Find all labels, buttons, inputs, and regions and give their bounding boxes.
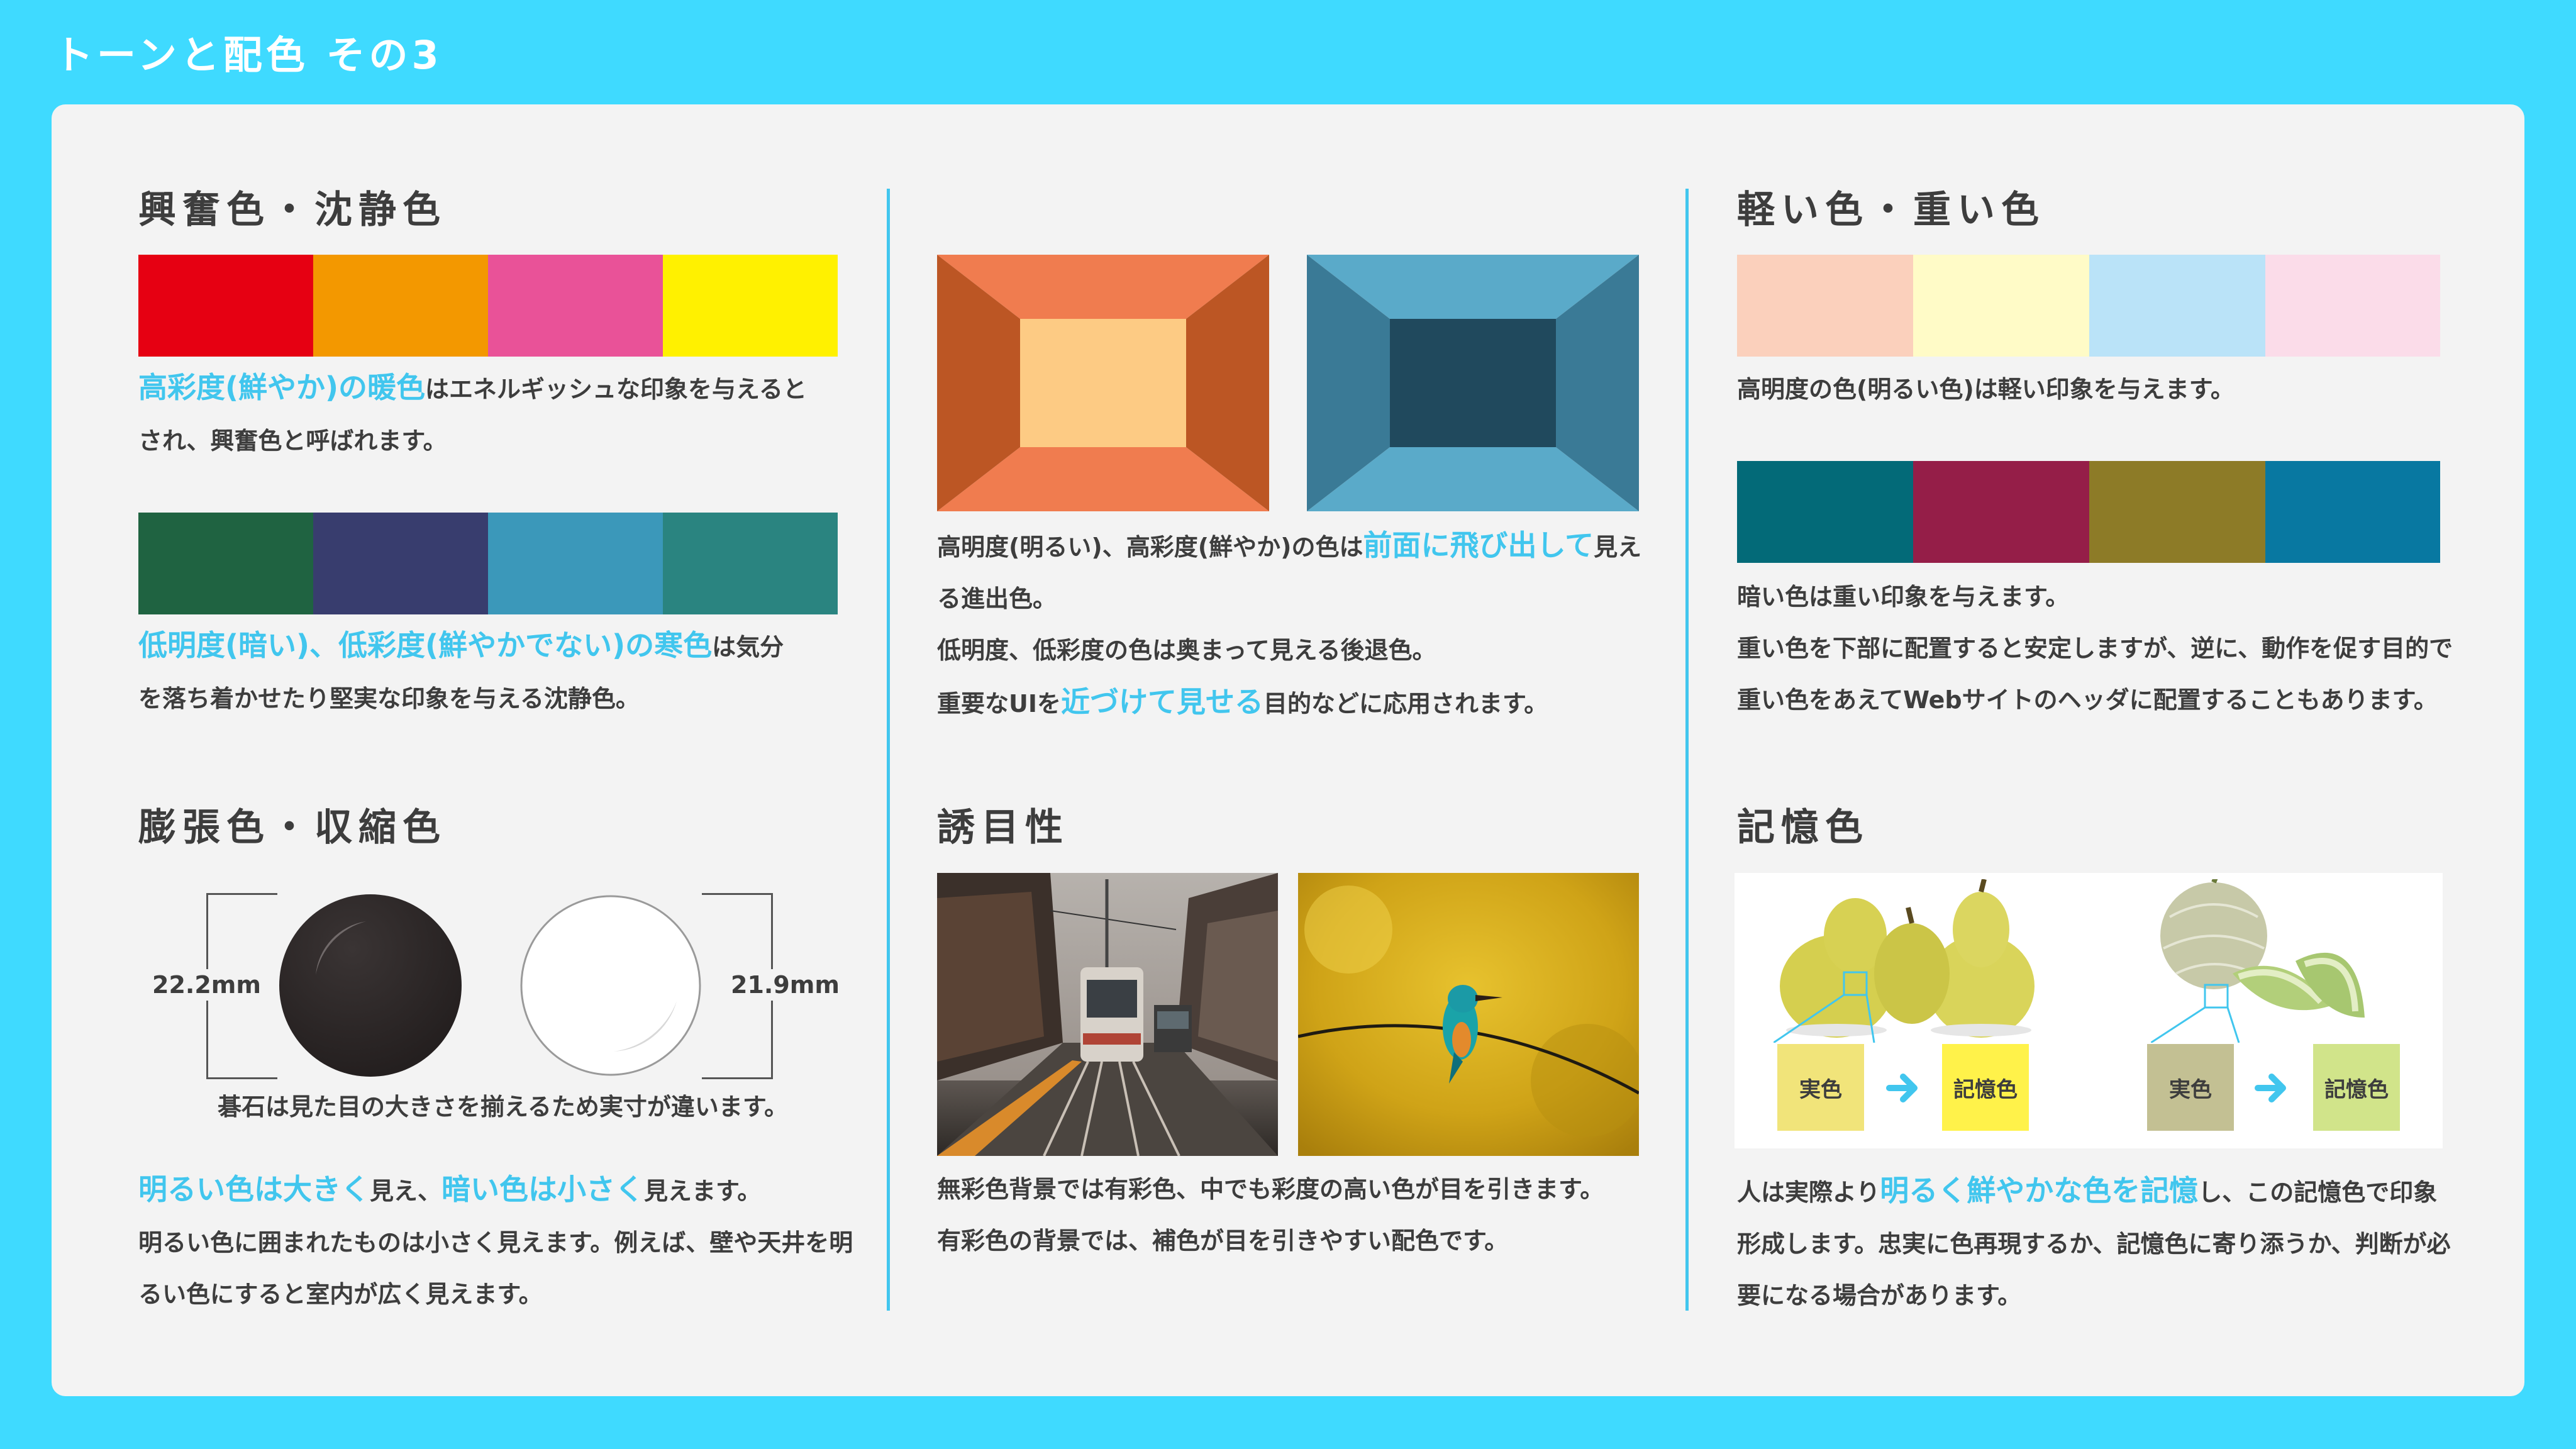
light-description: 高明度の色(明るい色)は軽い印象を与えます。 (1737, 364, 2235, 415)
pear-illustration (1774, 879, 2035, 1043)
melon-real-color-box: 実色 (2147, 1044, 2234, 1131)
highlight-text: 近づけて見せる (1061, 685, 1263, 719)
heading-attractiveness: 誘目性 (937, 806, 1069, 850)
text-line: 高明度の色(明るい色)は軽い印象を与えます。 (1737, 375, 2235, 403)
light-swatch (2089, 255, 2265, 357)
light-swatch (1913, 255, 2089, 357)
arrow-right-icon (1884, 1069, 1922, 1107)
light-swatch (1737, 255, 1913, 357)
pear-real-color-box: 実色 (1777, 1044, 1864, 1131)
text-line: 形成します。忠実に色再現するか、記憶色に寄り添うか、判断が必 (1737, 1230, 2451, 1258)
highlight-text: 高彩度(鮮やか)の暖色 (138, 370, 426, 404)
text-line: を落ち着かせたり堅実な印象を与える沈静色。 (138, 685, 640, 713)
room-back-wall (1020, 319, 1186, 447)
cool-swatch (313, 513, 488, 614)
heavy-swatch (2265, 461, 2440, 563)
highlight-text: 前面に飛び出して (1363, 528, 1594, 562)
heading-light-heavy: 軽い色・重い色 (1737, 188, 2045, 232)
warm-swatch (313, 255, 488, 357)
text-span: 重要なUIを (937, 690, 1061, 718)
text-line: るい色にすると室内が広く見えます。 (138, 1280, 543, 1308)
text-span: 人は実際より (1737, 1179, 1880, 1206)
heading-expand-contract: 膨張色・収縮色 (138, 806, 447, 850)
warm-swatch (138, 255, 313, 357)
receding-room-illustration (1307, 255, 1639, 511)
text-line: 無彩色背景では有彩色、中でも彩度の高い色が目を引きます。 (937, 1175, 1604, 1203)
text-span: はエネルギッシュな印象を与えると (425, 375, 807, 403)
text-span: 見えます。 (644, 1177, 762, 1205)
text-span: 見え、 (370, 1177, 442, 1205)
text-line: 重い色を下部に配置すると安定しますが、逆に、動作を促す目的で (1737, 635, 2453, 662)
heavy-swatch (1913, 461, 2089, 563)
text-line: 重い色をあえてWebサイトのヘッダに配置することもあります。 (1737, 686, 2438, 714)
heavy-swatch (2089, 461, 2265, 563)
text-span: し、この記憶色で印象 (2198, 1179, 2438, 1206)
text-line: 暗い色は重い印象を与えます。 (1737, 583, 2070, 611)
highlight-text: 低明度(暗い)、低彩度(鮮やかでない)の寒色 (138, 628, 713, 662)
highlight-text: 暗い色は小さく (441, 1172, 645, 1206)
white-go-stone (520, 895, 701, 1076)
heavy-description: 暗い色は重い印象を与えます。 重い色を下部に配置すると安定しますが、逆に、動作を… (1737, 571, 2453, 726)
column-divider-right (1685, 189, 1689, 1311)
text-span: 目的などに応用されます。 (1263, 690, 1548, 718)
advancing-room-illustration (937, 255, 1269, 511)
expand-description: 明るい色は大きく見え、暗い色は小さく見えます。 明るい色に囲まれたものは小さく見… (138, 1163, 853, 1320)
pear-memory-color-box: 記憶色 (1942, 1044, 2029, 1131)
page-title: トーンと配色 その3 (54, 32, 443, 78)
melon-memory-color-box: 記憶色 (2313, 1044, 2400, 1131)
warm-swatch (663, 255, 838, 357)
text-line: 低明度、低彩度の色は奥まって見える後退色。 (937, 636, 1436, 664)
room-back-wall (1390, 319, 1556, 447)
kingfisher-photo (1298, 873, 1639, 1156)
text-span: 高明度(明るい)、高彩度(鮮やか)の色は (937, 533, 1363, 561)
heavy-swatch (1737, 461, 1913, 563)
highlight-text: 明るい色は大きく (138, 1172, 370, 1206)
warm-description: 高彩度(鮮やか)の暖色はエネルギッシュな印象を与えると され、興奮色と呼ばれます… (138, 362, 807, 467)
black-go-stone (279, 894, 462, 1077)
text-line: され、興奮色と呼ばれます。 (138, 427, 447, 455)
text-line: 有彩色の背景では、補色が目を引きやすい配色です。 (937, 1227, 1509, 1255)
cool-swatch (663, 513, 838, 614)
white-stone-size: 21.9mm (728, 969, 842, 1001)
arrow-right-icon (2253, 1069, 2290, 1107)
text-line: 要になる場合があります。 (1737, 1282, 2022, 1309)
heading-memory-color: 記憶色 (1737, 806, 1869, 850)
warm-swatch (488, 255, 663, 357)
tram-street-photo (937, 873, 1278, 1156)
memory-description: 人は実際より明るく鮮やかな色を記憶し、この記憶色で印象 形成します。忠実に色再現… (1737, 1165, 2451, 1321)
heading-excite-calm: 興奮色・沈静色 (138, 188, 447, 232)
text-span: は気分 (712, 633, 784, 661)
black-stone-size: 22.2mm (150, 969, 264, 1001)
cool-swatch (488, 513, 663, 614)
advance-description: 高明度(明るい)、高彩度(鮮やか)の色は前面に飛び出して見え る進出色。 低明度… (937, 519, 1641, 730)
column-divider-left (887, 189, 890, 1311)
text-span: 見え (1594, 533, 1642, 561)
cool-description: 低明度(暗い)、低彩度(鮮やかでない)の寒色は気分 を落ち着かせたり堅実な印象を… (138, 619, 784, 724)
stone-caption: 碁石は見た目の大きさを揃えるため実寸が違います。 (218, 1093, 789, 1121)
text-line: 明るい色に囲まれたものは小さく見えます。例えば、壁や天井を明 (138, 1229, 853, 1257)
attract-description: 無彩色背景では有彩色、中でも彩度の高い色が目を引きます。 有彩色の背景では、補色… (937, 1163, 1604, 1267)
cool-swatch (138, 513, 313, 614)
melon-illustration (2151, 879, 2365, 1043)
highlight-text: 明るく鮮やかな色を記憶 (1880, 1174, 2199, 1208)
text-line: る進出色。 (937, 585, 1057, 613)
light-swatch (2265, 255, 2440, 357)
